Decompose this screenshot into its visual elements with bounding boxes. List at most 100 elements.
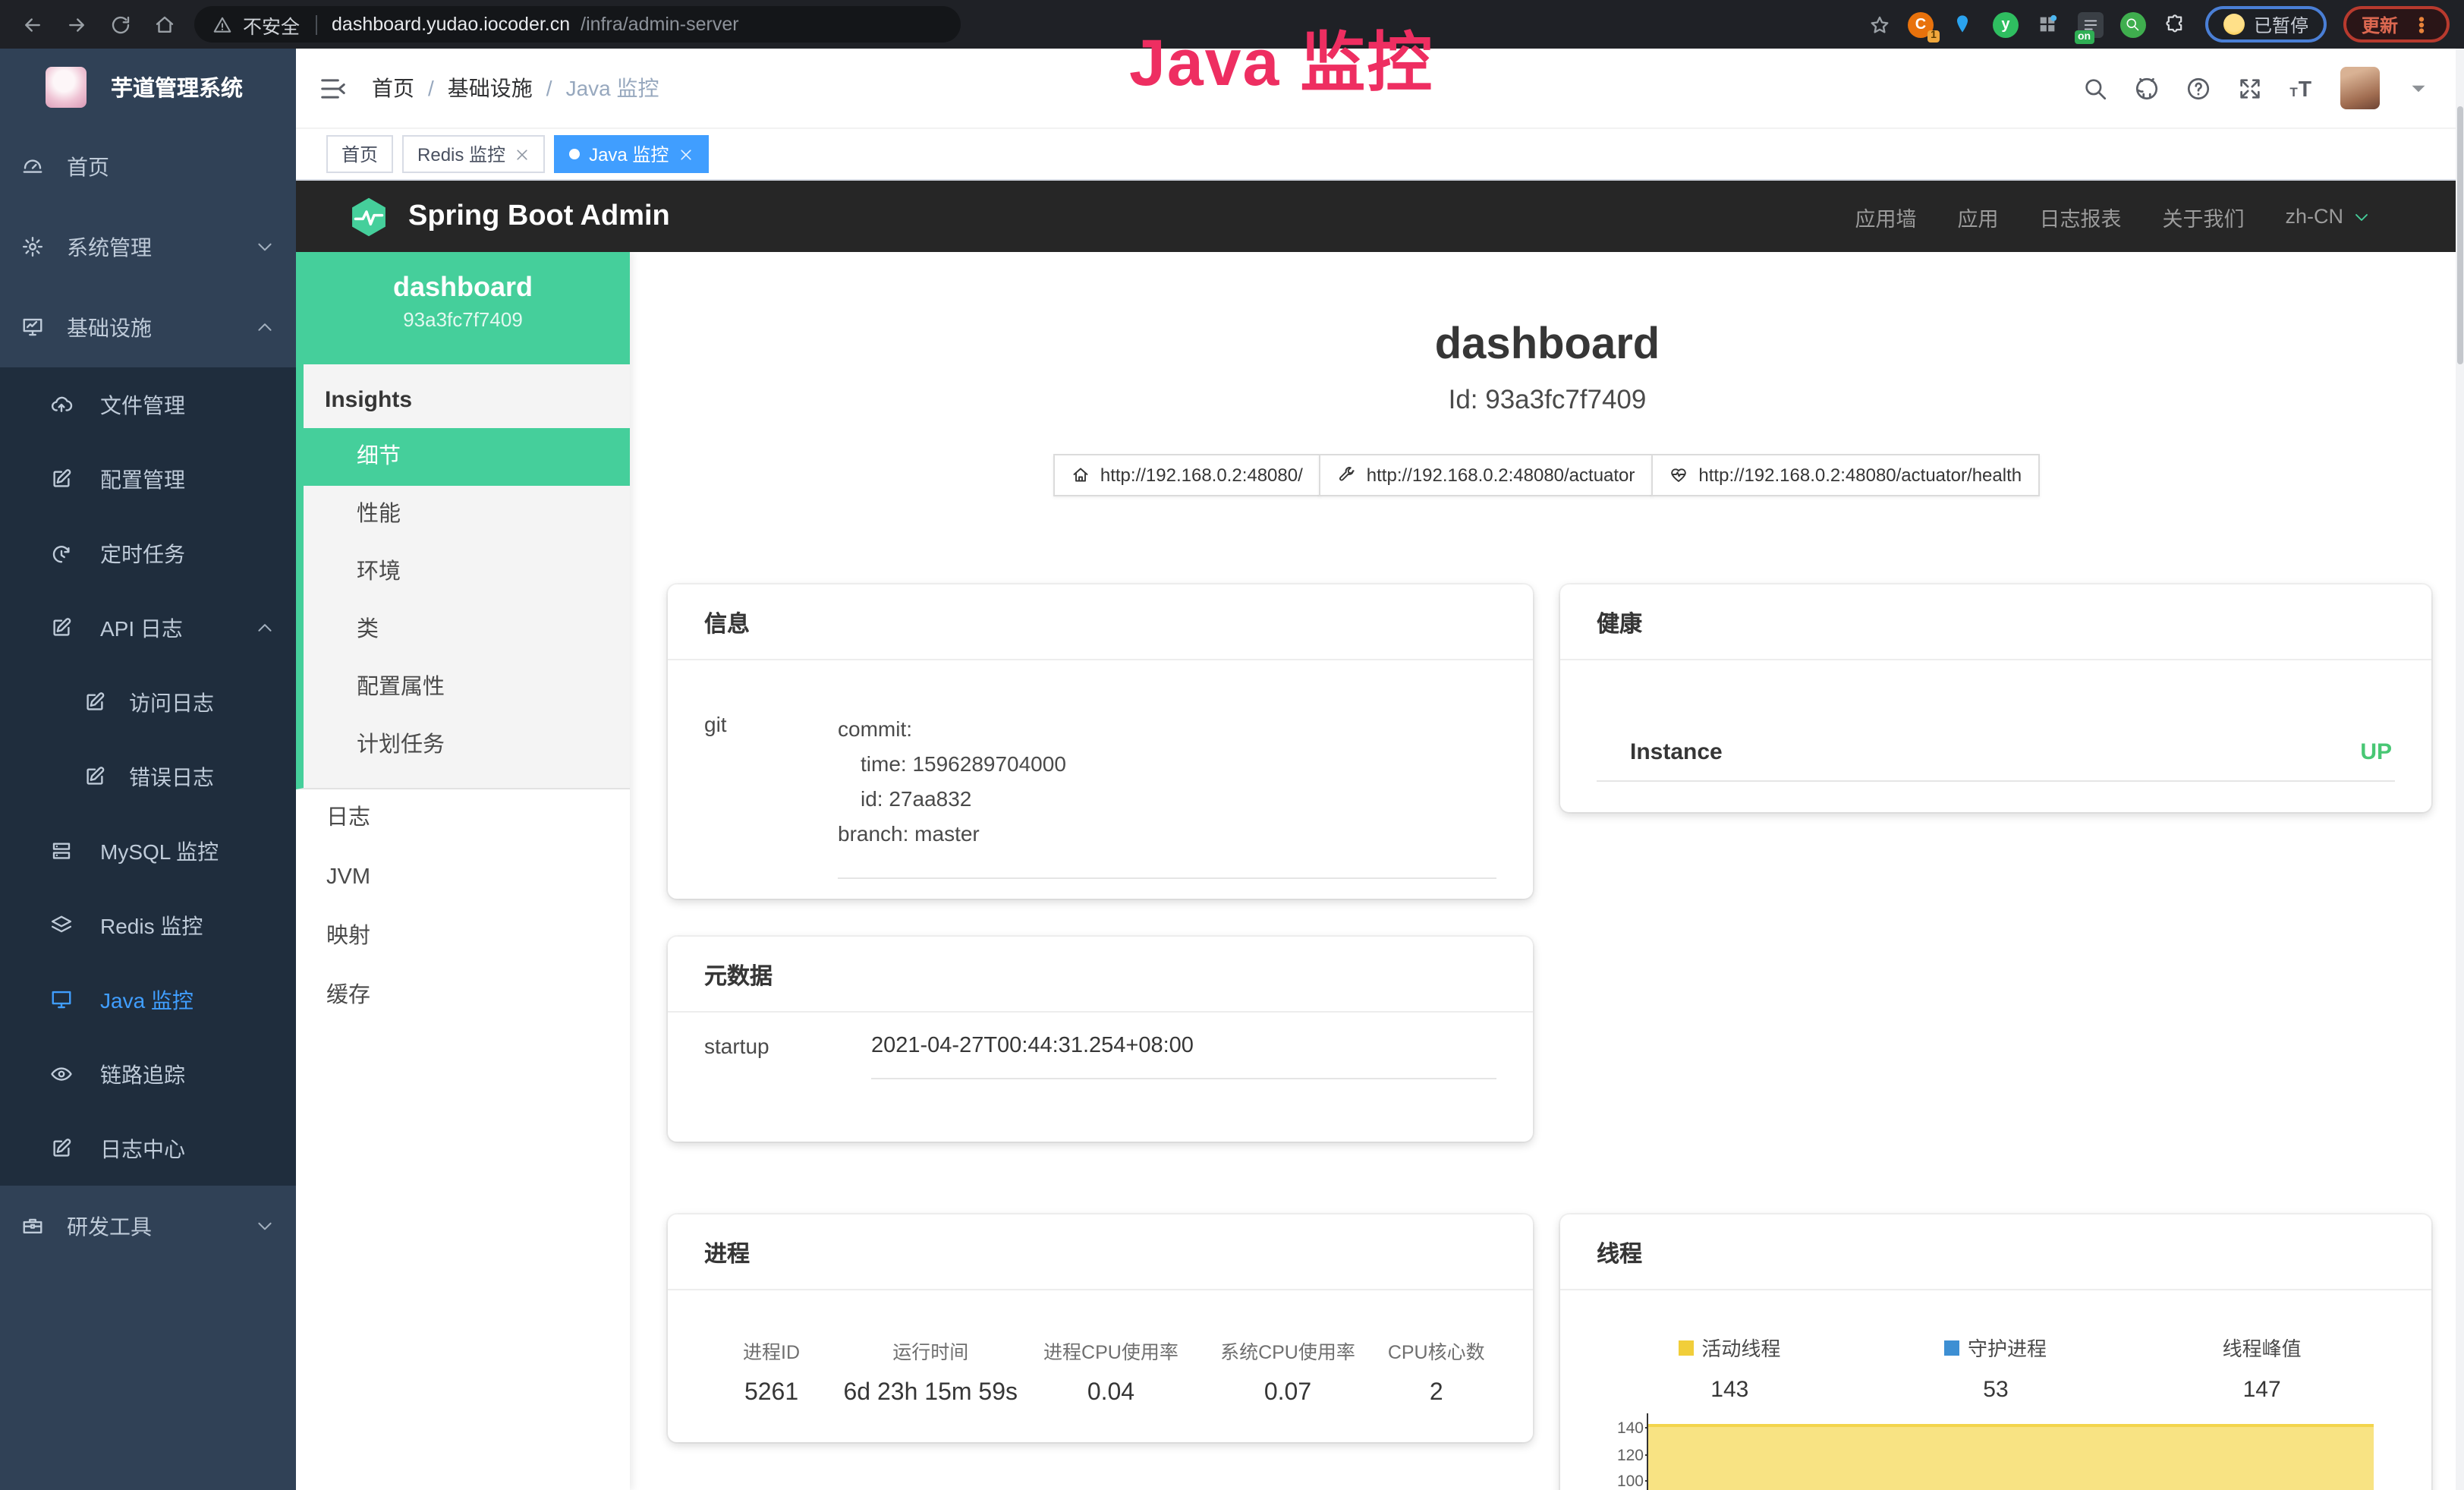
home-icon[interactable] [153, 13, 176, 36]
nav-applications[interactable]: 应用 [1957, 201, 1998, 232]
gear-icon [21, 235, 44, 258]
sidebar-item-infrastructure[interactable]: 基础设施 [0, 287, 296, 367]
instance-links: http://192.168.0.2:48080/ http://192.168… [630, 454, 2464, 496]
breadcrumb-home[interactable]: 首页 [372, 73, 414, 103]
scrollbar-thumb[interactable] [2457, 106, 2463, 364]
app-title: 芋道管理系统 [111, 71, 243, 103]
threads-card-title: 线程 [1560, 1214, 2431, 1290]
sba-menu-classes[interactable]: 类 [304, 601, 630, 659]
sba-menu-details[interactable]: 细节 [304, 428, 630, 486]
update-chrome-button[interactable]: 更新 [2343, 6, 2450, 43]
process-table: 进程ID 运行时间 进程CPU使用率 系统CPU使用率 CPU核心数 5261 … [668, 1290, 1533, 1407]
bookmark-star-icon[interactable] [1868, 13, 1891, 36]
instance-header[interactable]: dashboard 93a3fc7f7409 [296, 252, 630, 364]
app-logo[interactable]: 芋道管理系统 [0, 49, 296, 126]
profile-emoji-icon [2223, 14, 2245, 35]
sba-menu-environment[interactable]: 环境 [304, 543, 630, 601]
breadcrumb-current: Java 监控 [566, 73, 659, 103]
chevron-up-icon [255, 618, 275, 638]
service-url-link[interactable]: http://192.168.0.2:48080/ [1053, 454, 1321, 496]
sidebar-item-redis-monitor[interactable]: Redis 监控 [0, 888, 296, 962]
tag-java-monitor[interactable]: Java 监控 [554, 135, 708, 173]
tag-home[interactable]: 首页 [326, 135, 393, 173]
metadata-row-label: startup [704, 1034, 871, 1079]
val-system-cpu: 0.07 [1199, 1380, 1376, 1407]
back-icon[interactable] [21, 13, 44, 36]
y-extension-icon[interactable]: y [1993, 11, 2019, 37]
fullscreen-icon[interactable] [2237, 75, 2263, 101]
monitor-icon [21, 316, 44, 339]
sba-menu-jvm[interactable]: JVM [296, 849, 630, 908]
tampermonkey-extension-icon[interactable]: on [2078, 11, 2104, 37]
monitor-icon [50, 988, 73, 1011]
search-extension-icon[interactable] [2120, 11, 2146, 37]
sidebar-item-mysql-monitor[interactable]: MySQL 监控 [0, 814, 296, 888]
live-threads-value: 143 [1597, 1377, 1863, 1403]
sba-menu-logs[interactable]: 日志 [296, 789, 630, 849]
close-icon[interactable] [678, 146, 693, 162]
sidebar-item-dev-tools[interactable]: 研发工具 [0, 1186, 296, 1266]
grid-extension-icon[interactable] [2035, 11, 2061, 37]
search-icon[interactable] [2082, 75, 2108, 101]
not-secure-label: 不安全 [243, 10, 300, 39]
sidebar-item-file-management[interactable]: 文件管理 [0, 367, 296, 442]
github-icon[interactable] [2134, 75, 2160, 101]
sidebar-item-system-management[interactable]: 系统管理 [0, 206, 296, 287]
colorzilla-extension-icon[interactable]: C1 [1908, 11, 1934, 37]
svg-text:T: T [2299, 77, 2311, 101]
not-secure-warning-icon [212, 14, 232, 34]
locale-select[interactable]: zh-CN [2285, 205, 2371, 228]
font-size-icon[interactable]: TT [2289, 75, 2315, 101]
sba-menu-scheduled-tasks[interactable]: 计划任务 [304, 717, 630, 774]
sidebar-item-trace[interactable]: 链路追踪 [0, 1037, 296, 1111]
reload-icon[interactable] [109, 13, 132, 36]
puzzle-extension-icon[interactable] [2163, 11, 2189, 37]
sidebar-item-java-monitor[interactable]: Java 监控 [0, 962, 296, 1037]
info-card: 信息 git commit: time: 1596289704000 id: 2… [668, 584, 1533, 899]
instance-id: 93a3fc7f7409 [296, 308, 630, 331]
legend-peak-threads: 线程峰值 [2129, 1333, 2395, 1362]
health-url-link[interactable]: http://192.168.0.2:48080/actuator/health [1651, 454, 2040, 496]
sidebar-item-log-center[interactable]: 日志中心 [0, 1111, 296, 1186]
instance-name: dashboard [296, 272, 630, 304]
chevron-down-icon [255, 237, 275, 257]
tag-redis-monitor[interactable]: Redis 监控 [402, 135, 545, 173]
sidebar-toggle-icon[interactable] [319, 74, 348, 102]
sidebar-item-scheduled-tasks[interactable]: 定时任务 [0, 516, 296, 591]
pin-extension-icon[interactable] [1950, 11, 1976, 37]
scrollbar-track[interactable] [2456, 49, 2464, 1490]
paused-label: 已暂停 [2254, 11, 2308, 37]
col-uptime: 运行时间 [839, 1336, 1022, 1365]
insights-group: Insights 细节 性能 环境 类 配置属性 计划任务 [296, 364, 630, 789]
nav-journal[interactable]: 日志报表 [2039, 201, 2121, 232]
address-bar[interactable]: 不安全 dashboard.yudao.iocoder.cn/infra/adm… [194, 6, 961, 43]
sba-brand[interactable]: Spring Boot Admin [408, 200, 670, 233]
sba-logo-icon[interactable] [348, 195, 390, 238]
sidebar-item-home[interactable]: 首页 [0, 126, 296, 206]
breadcrumb-infrastructure[interactable]: 基础设施 [448, 73, 533, 103]
profile-paused-pill[interactable]: 已暂停 [2205, 6, 2327, 43]
nav-about[interactable]: 关于我们 [2162, 201, 2244, 232]
sba-menu-config-props[interactable]: 配置属性 [304, 659, 630, 717]
sidebar-item-api-logs[interactable]: API 日志 [0, 591, 296, 665]
browser-menu-icon[interactable] [2412, 14, 2431, 34]
help-icon[interactable] [2186, 75, 2211, 101]
y-tick-100: 100 [1583, 1474, 1644, 1489]
info-card-title: 信息 [668, 584, 1533, 660]
sba-menu-caches[interactable]: 缓存 [296, 967, 630, 1026]
timer-icon [50, 542, 73, 565]
actuator-url-link[interactable]: http://192.168.0.2:48080/actuator [1320, 454, 1654, 496]
forward-icon[interactable] [65, 13, 88, 36]
sidebar-item-access-logs[interactable]: 访问日志 [0, 665, 296, 739]
user-menu-caret-icon[interactable] [2406, 75, 2431, 101]
sidebar-item-config-management[interactable]: 配置管理 [0, 442, 296, 516]
user-avatar[interactable] [2340, 67, 2380, 109]
edit-icon [83, 691, 106, 713]
health-row-label: Instance [1630, 739, 1723, 765]
nav-application-wall[interactable]: 应用墙 [1855, 201, 1916, 232]
sba-menu-metrics[interactable]: 性能 [304, 486, 630, 543]
legend-live-threads: 活动线程 [1597, 1333, 1863, 1362]
close-icon[interactable] [515, 146, 530, 162]
sidebar-item-error-logs[interactable]: 错误日志 [0, 739, 296, 814]
sba-menu-mappings[interactable]: 映射 [296, 908, 630, 967]
